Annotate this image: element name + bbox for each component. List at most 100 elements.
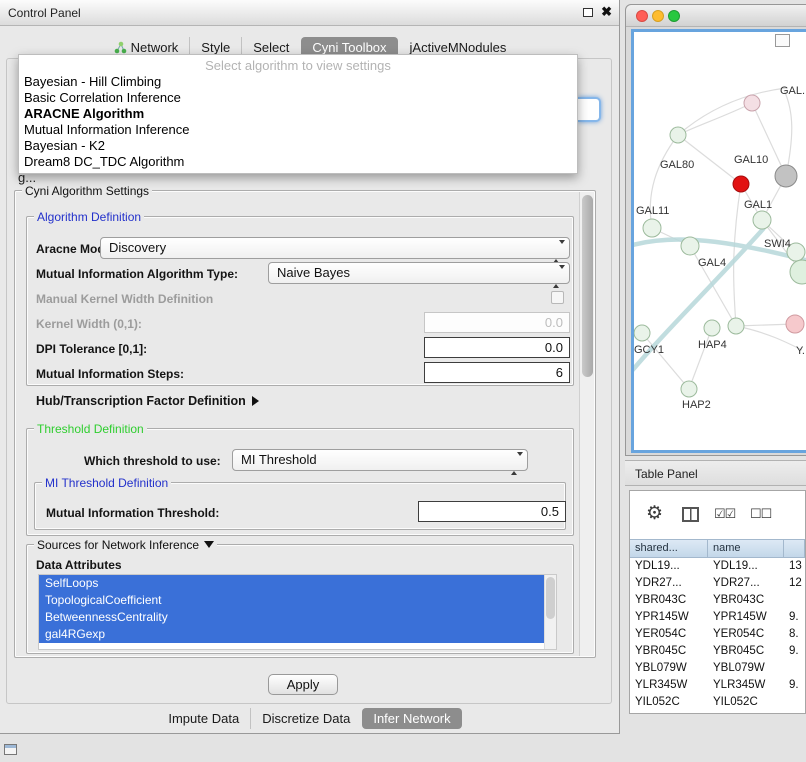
kernel-width-value: 0.0 <box>545 315 563 330</box>
cell: 9. <box>784 609 805 626</box>
algorithm-option[interactable]: Basic Correlation Inference <box>19 90 577 106</box>
collapsed-arrow-icon <box>252 396 259 406</box>
cell: YDL19... <box>630 558 708 575</box>
node-labels: GAL... GAL80 GAL10 GAL11 GAL1 SWI4 GAL4 … <box>634 85 806 411</box>
node-hap2[interactable] <box>681 381 697 397</box>
control-panel-window: Control Panel ✖ Network Style Select Cyn… <box>0 0 620 734</box>
column-header[interactable]: name <box>708 539 784 558</box>
data-attributes-label: Data Attributes <box>36 558 122 572</box>
algorithm-select-focus-ring[interactable] <box>578 97 601 122</box>
tab-impute-data[interactable]: Impute Data <box>157 708 250 729</box>
node-gal10[interactable] <box>775 165 797 187</box>
node-hap4[interactable] <box>704 320 720 336</box>
algorithm-option[interactable]: Bayesian - K2 <box>19 138 577 154</box>
settings-scrollbar[interactable] <box>579 192 594 656</box>
threshold-definition-title: Threshold Definition <box>34 422 147 436</box>
tab-jactivemnodules-label: jActiveMNodules <box>410 40 507 55</box>
combo-arrows-icon <box>553 242 565 262</box>
dpi-tolerance-label: DPI Tolerance [0,1]: <box>36 342 147 356</box>
combo-arrows-icon <box>553 267 565 287</box>
tab-select-label: Select <box>253 40 289 55</box>
gear-icon[interactable]: ⚙ <box>646 501 663 527</box>
table-row[interactable]: YDR27... YDR27... 12 <box>630 575 805 592</box>
cyni-algorithm-settings-title: Cyni Algorithm Settings <box>22 184 152 198</box>
sources-group-title[interactable]: Sources for Network Inference <box>34 538 217 552</box>
node-gal1[interactable] <box>753 211 771 229</box>
table-row[interactable]: YBR043C YBR043C <box>630 592 805 609</box>
column-header[interactable] <box>784 539 805 558</box>
table-row[interactable]: YBR045C YBR045C 9. <box>630 643 805 660</box>
kernel-width-input: 0.0 <box>424 312 570 333</box>
tab-discretize-data[interactable]: Discretize Data <box>250 708 361 729</box>
kernel-width-label: Kernel Width (0,1): <box>36 317 142 331</box>
deselect-all-icon[interactable]: ☐☐ <box>750 501 771 527</box>
cell: YBR043C <box>708 592 784 609</box>
tab-infer-network[interactable]: Infer Network <box>362 708 461 729</box>
algorithm-option[interactable]: Bayesian - Hill Climbing <box>19 74 577 90</box>
close-icon[interactable]: ✖ <box>601 4 612 20</box>
dpi-tolerance-input[interactable]: 0.0 <box>424 337 570 358</box>
algorithm-option[interactable]: Dream8 DC_TDC Algorithm <box>19 154 577 170</box>
cell: 9. <box>784 643 805 660</box>
float-panel-icon[interactable] <box>583 8 593 17</box>
mi-steps-input[interactable]: 6 <box>424 362 570 383</box>
table-row[interactable]: YDL19... YDL19... 13 <box>630 558 805 575</box>
hub-section-label: Hub/Transcription Factor Definition <box>36 394 246 408</box>
data-attributes-listbox[interactable]: SelfLoops TopologicalCoefficient Between… <box>38 574 557 650</box>
node-gal4[interactable] <box>681 237 699 255</box>
which-threshold-value: MI Threshold <box>241 452 317 467</box>
mi-algorithm-type-value: Naive Bayes <box>277 265 350 280</box>
table-row[interactable]: YPR145W YPR145W 9. <box>630 609 805 626</box>
network-window-titlebar <box>626 5 806 27</box>
settings-scrollbar-thumb[interactable] <box>582 195 593 377</box>
table-row[interactable]: YLR345W YLR345W 9. <box>630 677 805 694</box>
node[interactable] <box>670 127 686 143</box>
node-label: GAL... <box>780 85 806 97</box>
combo-arrows-icon <box>511 454 523 474</box>
algorithm-option[interactable]: ARACNE Algorithm <box>19 106 577 122</box>
node-gcy1[interactable] <box>634 325 650 341</box>
listbox-scrollbar-thumb[interactable] <box>546 577 555 619</box>
node-label: HAP4 <box>698 339 727 351</box>
mi-threshold-input[interactable]: 0.5 <box>418 501 566 522</box>
aracne-mode-value: Discovery <box>109 240 166 255</box>
tab-discretize-data-label: Discretize Data <box>262 711 350 726</box>
node-label: SWI4 <box>764 238 791 250</box>
algorithm-option[interactable]: Mutual Information Inference <box>19 122 577 138</box>
select-all-icon[interactable]: ☑☑ <box>714 501 735 527</box>
node-label: GAL80 <box>660 159 694 171</box>
tab-infer-network-label: Infer Network <box>373 711 450 726</box>
table-row[interactable]: YIL052C YIL052C <box>630 694 805 711</box>
restore-panel-icon[interactable] <box>4 744 17 755</box>
table-row[interactable]: YBL079W YBL079W <box>630 660 805 677</box>
listbox-scrollbar[interactable] <box>544 575 556 649</box>
tab-style-label: Style <box>201 40 230 55</box>
apply-button[interactable]: Apply <box>268 674 338 695</box>
manual-kernel-width-checkbox[interactable] <box>551 291 564 304</box>
node[interactable] <box>790 260 806 284</box>
list-item[interactable]: SelfLoops <box>39 575 544 592</box>
which-threshold-select[interactable]: MI Threshold <box>232 449 528 471</box>
tab-cyni-toolbox-label: Cyni Toolbox <box>312 40 386 55</box>
node[interactable] <box>744 95 760 111</box>
algorithm-placeholder-option[interactable]: Select algorithm to view settings <box>19 57 577 74</box>
table-row[interactable]: YER054C YER054C 8. <box>630 626 805 643</box>
network-canvas[interactable]: GAL... GAL80 GAL10 GAL11 GAL1 SWI4 GAL4 … <box>631 29 806 453</box>
zoom-traffic-light[interactable] <box>668 10 680 22</box>
cell: YPR145W <box>708 609 784 626</box>
columns-icon[interactable] <box>682 507 699 522</box>
list-item[interactable]: BetweennessCentrality <box>39 609 544 626</box>
node[interactable] <box>786 315 804 333</box>
list-item[interactable]: TopologicalCoefficient <box>39 592 544 609</box>
cell: YBR045C <box>630 643 708 660</box>
mi-algorithm-type-select[interactable]: Naive Bayes <box>268 262 570 284</box>
node-selected-red[interactable] <box>733 176 749 192</box>
close-traffic-light[interactable] <box>636 10 648 22</box>
list-item[interactable]: gal4RGexp <box>39 626 544 643</box>
node[interactable] <box>728 318 744 334</box>
minimize-traffic-light[interactable] <box>652 10 664 22</box>
hub-section-toggle[interactable]: Hub/Transcription Factor Definition <box>36 394 259 408</box>
aracne-mode-select[interactable]: Discovery <box>100 237 570 259</box>
column-header[interactable]: shared... <box>630 539 708 558</box>
node-gal11[interactable] <box>643 219 661 237</box>
